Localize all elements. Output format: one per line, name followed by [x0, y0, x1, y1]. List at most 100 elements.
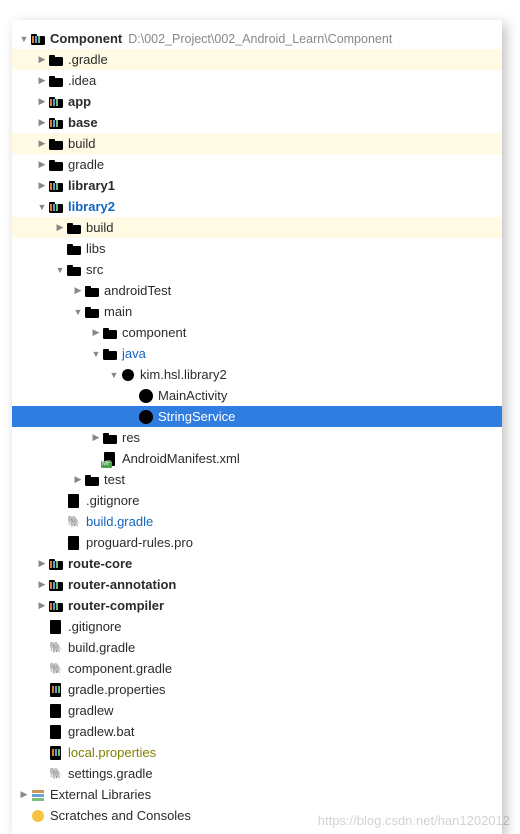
tree-row-selected[interactable]: StringService — [12, 406, 502, 427]
collapse-arrow-icon[interactable]: ▶ — [36, 579, 48, 590]
tree-row[interactable]: local.properties — [12, 742, 502, 763]
tree-label: androidTest — [104, 283, 171, 298]
tree-label: gradlew.bat — [68, 724, 135, 739]
tree-row[interactable]: ▼ java — [12, 343, 502, 364]
expand-arrow-icon[interactable]: ▼ — [36, 202, 48, 212]
collapse-arrow-icon[interactable]: ▶ — [72, 285, 84, 296]
tree-label: res — [122, 430, 140, 445]
tree-label: test — [104, 472, 125, 487]
tree-row[interactable]: ▶ router-annotation — [12, 574, 502, 595]
tree-label: build.gradle — [68, 640, 135, 655]
tree-row[interactable]: ▶ route-core — [12, 553, 502, 574]
tree-row[interactable]: gradlew — [12, 700, 502, 721]
tree-label: settings.gradle — [68, 766, 153, 781]
tree-label: gradle — [68, 157, 104, 172]
tree-row[interactable]: .gitignore — [12, 616, 502, 637]
tree-row-external-libs[interactable]: ▶ External Libraries — [12, 784, 502, 805]
expand-arrow-icon[interactable]: ▼ — [108, 370, 120, 380]
collapse-arrow-icon[interactable]: ▶ — [36, 180, 48, 191]
collapse-arrow-icon[interactable]: ▶ — [18, 789, 30, 800]
collapse-arrow-icon[interactable]: ▶ — [36, 75, 48, 86]
folder-icon — [48, 136, 64, 152]
tree-label: build.gradle — [86, 514, 153, 529]
tree-label: .gradle — [68, 52, 108, 67]
tree-row[interactable]: ▶ build — [12, 217, 502, 238]
folder-icon — [66, 262, 82, 278]
module-folder-icon — [48, 115, 64, 131]
tree-label: java — [122, 346, 146, 361]
module-folder-icon — [48, 556, 64, 572]
tree-label: component — [122, 325, 186, 340]
tree-row[interactable]: 🐘 settings.gradle — [12, 763, 502, 784]
properties-file-icon — [48, 745, 64, 761]
collapse-arrow-icon[interactable]: ▶ — [36, 96, 48, 107]
tree-label: StringService — [158, 409, 235, 424]
tree-row[interactable]: libs — [12, 238, 502, 259]
collapse-arrow-icon[interactable]: ▶ — [36, 558, 48, 569]
expand-arrow-icon[interactable]: ▼ — [18, 34, 30, 44]
tree-row[interactable]: ▶ res — [12, 427, 502, 448]
collapse-arrow-icon[interactable]: ▶ — [54, 222, 66, 233]
tree-row[interactable]: ▶ library1 — [12, 175, 502, 196]
root-path: D:\002_Project\002_Android_Learn\Compone… — [128, 32, 392, 46]
tree-label: .idea — [68, 73, 96, 88]
tree-label: .gitignore — [68, 619, 121, 634]
tree-row[interactable]: ▶ component — [12, 322, 502, 343]
collapse-arrow-icon[interactable]: ▶ — [36, 600, 48, 611]
module-folder-icon — [48, 598, 64, 614]
tree-row[interactable]: 🐘 build.gradle — [12, 637, 502, 658]
tree-row[interactable]: ▶ androidTest — [12, 280, 502, 301]
tree-row[interactable]: ▶ base — [12, 112, 502, 133]
tree-row[interactable]: ▼ src — [12, 259, 502, 280]
root-name: Component — [50, 31, 122, 46]
tree-row[interactable]: proguard-rules.pro — [12, 532, 502, 553]
expand-arrow-icon[interactable]: ▼ — [54, 265, 66, 275]
gradle-file-icon: 🐘 — [48, 640, 64, 656]
collapse-arrow-icon[interactable]: ▶ — [36, 138, 48, 149]
collapse-arrow-icon[interactable]: ▶ — [36, 117, 48, 128]
collapse-arrow-icon[interactable]: ▶ — [36, 159, 48, 170]
tree-row[interactable]: .gitignore — [12, 490, 502, 511]
tree-row[interactable]: gradlew.bat — [12, 721, 502, 742]
folder-icon — [84, 472, 100, 488]
folder-icon — [102, 430, 118, 446]
expand-arrow-icon[interactable]: ▼ — [72, 307, 84, 317]
tree-row[interactable]: gradle.properties — [12, 679, 502, 700]
tree-row-root[interactable]: ▼ Component D:\002_Project\002_Android_L… — [12, 28, 502, 49]
folder-icon — [66, 220, 82, 236]
tree-row[interactable]: ▶ app — [12, 91, 502, 112]
tree-row[interactable]: MF AndroidManifest.xml — [12, 448, 502, 469]
project-tree-panel: ▼ Component D:\002_Project\002_Android_L… — [12, 20, 502, 834]
tree-row[interactable]: MainActivity — [12, 385, 502, 406]
tree-label: local.properties — [68, 745, 156, 760]
collapse-arrow-icon[interactable]: ▶ — [72, 474, 84, 485]
tree-row[interactable]: ▶ gradle — [12, 154, 502, 175]
collapse-arrow-icon[interactable]: ▶ — [90, 327, 102, 338]
tree-label: router-annotation — [68, 577, 176, 592]
tree-row[interactable]: ▶ .gradle — [12, 49, 502, 70]
manifest-file-icon: MF — [102, 451, 118, 467]
module-folder-icon — [30, 31, 46, 47]
file-icon — [66, 535, 82, 551]
file-icon — [48, 724, 64, 740]
expand-arrow-icon[interactable]: ▼ — [90, 349, 102, 359]
tree-row[interactable]: ▶ router-compiler — [12, 595, 502, 616]
collapse-arrow-icon[interactable]: ▶ — [36, 54, 48, 65]
tree-label: AndroidManifest.xml — [122, 451, 240, 466]
tree-row[interactable]: ▶ .idea — [12, 70, 502, 91]
tree-row[interactable]: ▶ build — [12, 133, 502, 154]
tree-label: .gitignore — [86, 493, 139, 508]
tree-row[interactable]: ▼ main — [12, 301, 502, 322]
tree-row[interactable]: ▼ kim.hsl.library2 — [12, 364, 502, 385]
tree-row[interactable]: 🐘 component.gradle — [12, 658, 502, 679]
module-folder-icon — [48, 199, 64, 215]
tree-label: router-compiler — [68, 598, 164, 613]
tree-row[interactable]: 🐘 build.gradle — [12, 511, 502, 532]
properties-file-icon — [48, 682, 64, 698]
collapse-arrow-icon[interactable]: ▶ — [90, 432, 102, 443]
file-icon — [48, 703, 64, 719]
tree-row[interactable]: ▶ test — [12, 469, 502, 490]
tree-row-scratches[interactable]: Scratches and Consoles — [12, 805, 502, 826]
tree-row[interactable]: ▼ library2 — [12, 196, 502, 217]
scratches-icon — [30, 808, 46, 824]
